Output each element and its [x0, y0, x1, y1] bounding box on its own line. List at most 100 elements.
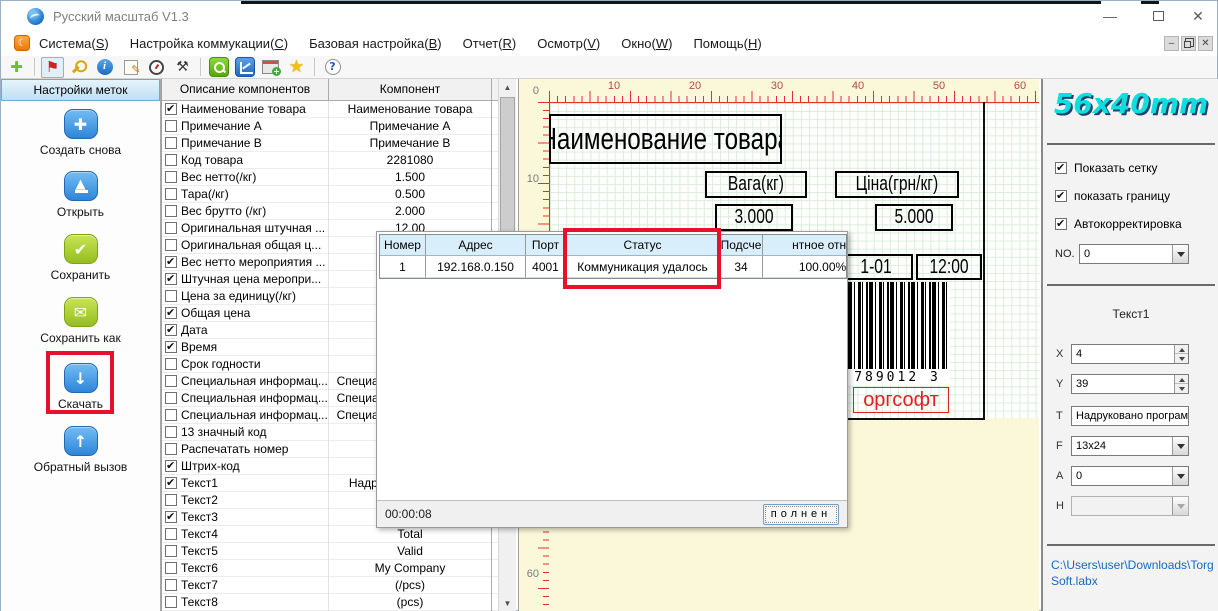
menu-item[interactable]: Помощь(H): [693, 36, 761, 51]
no-dropdown[interactable]: 0: [1079, 244, 1189, 264]
label-item-product-name[interactable]: Наименование товара: [549, 114, 782, 164]
component-checkbox[interactable]: [165, 528, 177, 540]
design-flag-button[interactable]: ⚑: [41, 57, 64, 78]
step-down-icon[interactable]: [1175, 384, 1189, 393]
y-input[interactable]: 39: [1071, 374, 1189, 394]
menu-item[interactable]: Система(S): [39, 36, 109, 51]
component-checkbox[interactable]: [165, 545, 177, 557]
component-checkbox[interactable]: [165, 222, 177, 234]
component-checkbox[interactable]: [165, 137, 177, 149]
label-item-weight-caption[interactable]: Вага(кг): [705, 171, 807, 198]
component-row[interactable]: Тара(/кг) 0.500: [162, 186, 498, 203]
label-item-date[interactable]: 1-01: [839, 254, 913, 280]
minimize-button[interactable]: —: [1095, 7, 1125, 25]
label-item-brand[interactable]: оргсофт: [853, 387, 949, 413]
text-input[interactable]: Надруковано програм: [1071, 406, 1189, 426]
component-row[interactable]: Текст7 (/pcs): [162, 577, 498, 594]
component-row[interactable]: Текст5 Valid: [162, 543, 498, 560]
label-item-time[interactable]: 12:00: [916, 254, 982, 280]
label-item-price-value[interactable]: 5.000: [875, 204, 953, 231]
autocorrect-checkbox[interactable]: [1055, 218, 1067, 230]
sidebar-button[interactable]: ✔ Сохранить: [1, 234, 160, 282]
font-dropdown[interactable]: 13x24: [1071, 436, 1189, 456]
component-checkbox[interactable]: [165, 256, 177, 268]
menu-item[interactable]: Окно(W): [621, 36, 672, 51]
autocorrect-row[interactable]: Автокорректировка: [1055, 217, 1182, 231]
step-up-icon[interactable]: [1175, 345, 1189, 354]
component-checkbox[interactable]: [165, 596, 177, 608]
component-checkbox[interactable]: [165, 290, 177, 302]
component-checkbox[interactable]: [165, 205, 177, 217]
show-grid-row[interactable]: Показать сетку: [1055, 161, 1158, 175]
y-stepper[interactable]: [1174, 375, 1188, 393]
component-checkbox[interactable]: [165, 324, 177, 336]
new-label-button[interactable]: ✚: [5, 57, 28, 78]
tools-button[interactable]: ⚒: [171, 57, 194, 78]
component-checkbox[interactable]: [165, 307, 177, 319]
done-button[interactable]: полнен: [763, 504, 839, 525]
chevron-down-icon[interactable]: [1172, 245, 1188, 263]
component-row[interactable]: Вес нетто(/кг) 1.500: [162, 169, 498, 186]
component-checkbox[interactable]: [165, 239, 177, 251]
chart-button[interactable]: [233, 57, 256, 78]
component-row[interactable]: Наименование товара Наименование товара: [162, 101, 498, 118]
info-button[interactable]: i: [93, 57, 116, 78]
sidebar-button[interactable]: ▲ Открыть: [1, 171, 160, 219]
label-item-price-caption[interactable]: Ціна(грн/кг): [835, 171, 959, 198]
component-checkbox[interactable]: [165, 409, 177, 421]
component-checkbox[interactable]: [165, 358, 177, 370]
component-checkbox[interactable]: [165, 392, 177, 404]
component-checkbox[interactable]: [165, 188, 177, 200]
menu-item[interactable]: Базовая настройка(B): [309, 36, 441, 51]
component-checkbox[interactable]: [165, 154, 177, 166]
show-grid-checkbox[interactable]: [1055, 162, 1067, 174]
component-checkbox[interactable]: [165, 477, 177, 489]
label-item-weight-value[interactable]: 3.000: [715, 204, 793, 231]
component-row[interactable]: Примечание B Примечание B: [162, 135, 498, 152]
component-checkbox[interactable]: [165, 273, 177, 285]
key-button[interactable]: [67, 57, 90, 78]
component-row[interactable]: Текст6 My Company: [162, 560, 498, 577]
component-checkbox[interactable]: [165, 511, 177, 523]
help-button[interactable]: ?: [321, 57, 344, 78]
component-checkbox[interactable]: [165, 375, 177, 387]
show-border-checkbox[interactable]: [1055, 190, 1067, 202]
component-row[interactable]: Примечание A Примечание A: [162, 118, 498, 135]
maximize-button[interactable]: [1143, 7, 1173, 25]
component-checkbox[interactable]: [165, 579, 177, 591]
component-checkbox[interactable]: [165, 341, 177, 353]
component-row[interactable]: Код товара 2281080: [162, 152, 498, 169]
x-stepper[interactable]: [1174, 345, 1188, 363]
column-header-description[interactable]: Описание компонентов: [162, 79, 329, 100]
mdi-close-button[interactable]: ✕: [1198, 36, 1213, 51]
component-row[interactable]: Текст8 (pcs): [162, 594, 498, 611]
menu-item[interactable]: Отчет(R): [463, 36, 517, 51]
sidebar-button[interactable]: ✚ Создать снова: [1, 109, 160, 157]
show-border-row[interactable]: показать границу: [1055, 189, 1170, 203]
note-button[interactable]: ✎: [119, 57, 142, 78]
scroll-down-button[interactable]: ▼: [499, 595, 516, 611]
favorites-button[interactable]: ★: [285, 57, 308, 78]
timer-button[interactable]: [145, 57, 168, 78]
step-down-icon[interactable]: [1175, 354, 1189, 363]
zoom-button[interactable]: [207, 57, 230, 78]
chevron-down-icon[interactable]: [1172, 437, 1188, 455]
component-checkbox[interactable]: [165, 443, 177, 455]
sidebar-button[interactable]: ↑ Обратный вызов: [1, 426, 160, 474]
angle-dropdown[interactable]: 0: [1071, 466, 1189, 486]
scroll-up-button[interactable]: ▲: [499, 79, 516, 96]
component-checkbox[interactable]: [165, 120, 177, 132]
component-row[interactable]: Текст4 Total: [162, 526, 498, 543]
close-button[interactable]: ✕: [1183, 7, 1213, 25]
x-input[interactable]: 4: [1071, 344, 1189, 364]
component-checkbox[interactable]: [165, 103, 177, 115]
component-checkbox[interactable]: [165, 460, 177, 472]
mdi-restore-button[interactable]: [1181, 36, 1196, 51]
component-checkbox[interactable]: [165, 426, 177, 438]
label-item-barcode[interactable]: [845, 282, 950, 369]
column-header-component[interactable]: Компонент: [329, 79, 492, 100]
sidebar-button[interactable]: ✉ Сохранить как: [1, 297, 160, 345]
component-row[interactable]: Вес брутто (/кг) 2.000: [162, 203, 498, 220]
component-checkbox[interactable]: [165, 494, 177, 506]
component-checkbox[interactable]: [165, 562, 177, 574]
